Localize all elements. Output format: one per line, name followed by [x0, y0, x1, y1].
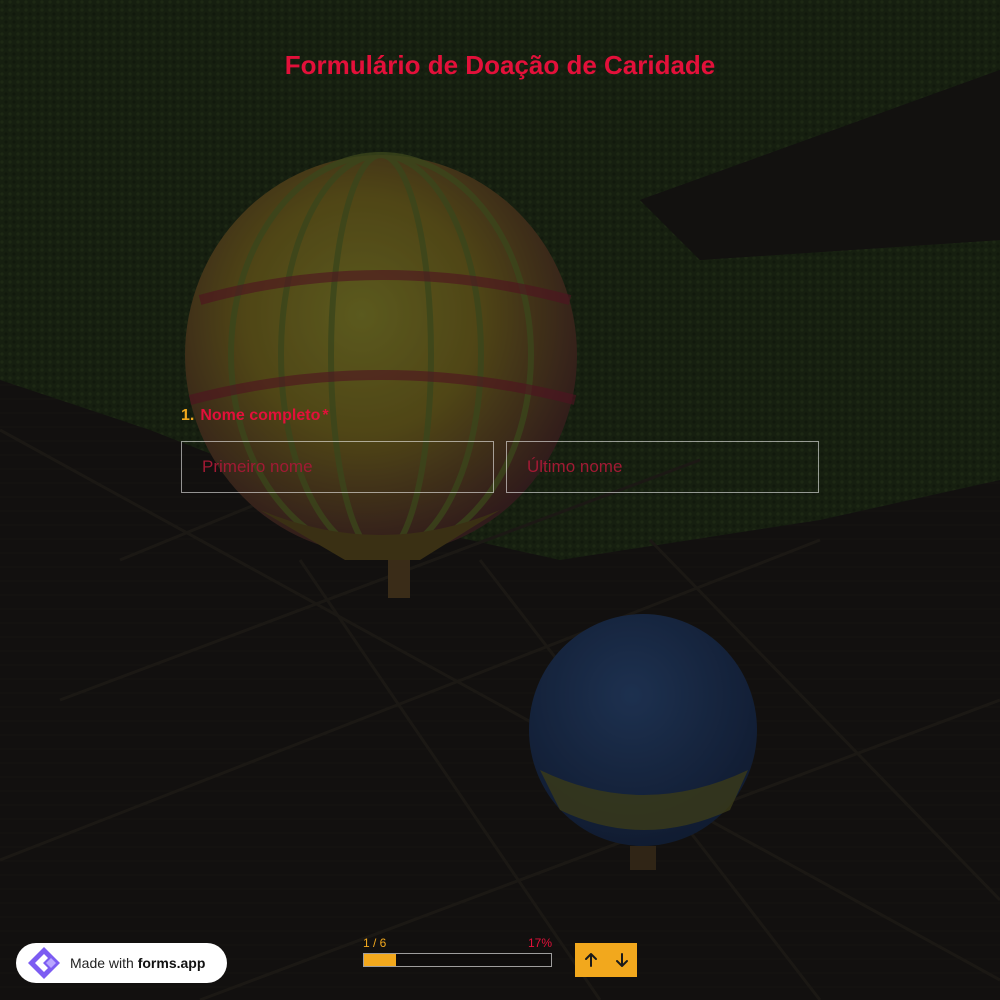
last-name-input[interactable] — [506, 441, 819, 493]
arrow-down-icon — [615, 953, 628, 967]
first-name-input[interactable] — [181, 441, 494, 493]
badge-brand: forms.app — [137, 955, 206, 971]
name-inputs — [181, 441, 821, 493]
next-question-button[interactable] — [606, 943, 637, 977]
progress-percent: 17% — [527, 936, 552, 950]
badge-text: Made with forms.app — [70, 955, 205, 971]
question-label: 1. Nome completo * — [181, 405, 821, 427]
question-number: 1. — [181, 407, 195, 424]
question-label-text: Nome completo — [200, 407, 321, 424]
dark-overlay — [0, 0, 1000, 1000]
forms-app-logo-icon — [28, 947, 60, 979]
made-with-forms-app-badge[interactable]: Made with forms.app — [16, 943, 227, 983]
badge-prefix: Made with — [70, 955, 134, 971]
progress-bar-fill — [364, 954, 396, 966]
form-title: Formulário de Doação de Caridade — [284, 50, 716, 80]
arrow-up-icon — [584, 953, 597, 967]
progress-bar — [363, 953, 552, 967]
progress-step: 1 / 6 — [363, 936, 387, 950]
question-full-name: 1. Nome completo * — [181, 405, 821, 493]
progress-labels: 1 / 6 17% — [363, 936, 552, 952]
previous-question-button[interactable] — [575, 943, 606, 977]
required-mark: * — [322, 407, 329, 424]
progress-indicator: 1 / 6 17% — [363, 936, 552, 967]
form-page: Formulário de Doação de Caridade 1. Nome … — [0, 0, 1000, 1000]
question-navigation — [575, 943, 637, 977]
